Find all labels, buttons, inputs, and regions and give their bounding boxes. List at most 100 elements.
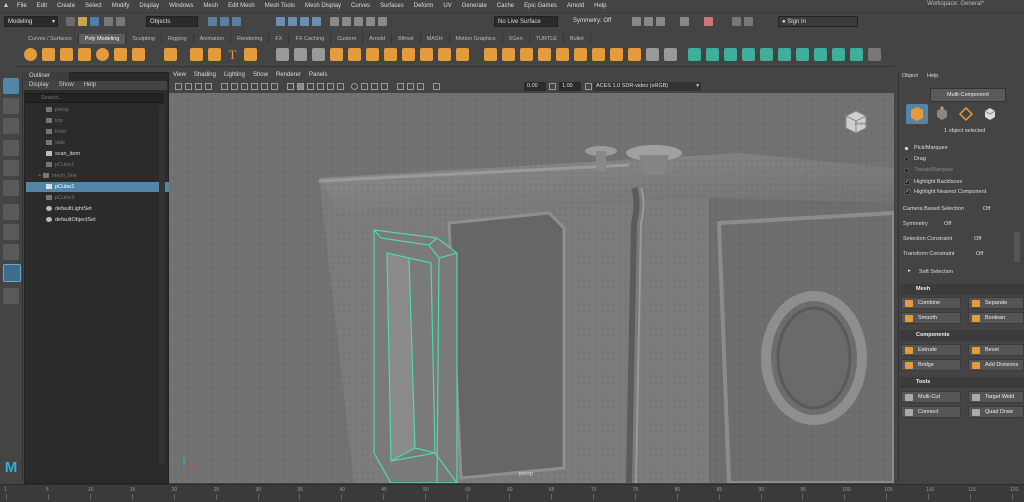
- shelf-tab-custom[interactable]: Custom: [331, 34, 364, 44]
- wireframe-on-shaded-icon[interactable]: [307, 83, 314, 90]
- collapse-icon[interactable]: [610, 48, 623, 61]
- smooth-shade-icon[interactable]: [297, 83, 304, 90]
- edge-mode-icon[interactable]: [288, 17, 297, 26]
- selection-constraint-value[interactable]: Off: [974, 236, 981, 242]
- circularize-icon[interactable]: [628, 48, 641, 61]
- shelf-tab-mash[interactable]: MASH: [421, 34, 450, 44]
- menu-generate[interactable]: Generate: [457, 3, 492, 9]
- shelf-tab-animation[interactable]: Animation: [194, 34, 232, 44]
- viewport-menu-view[interactable]: View: [169, 71, 190, 80]
- gamma-field[interactable]: 1.00: [559, 82, 581, 91]
- move-tool-icon[interactable]: [3, 140, 19, 156]
- tweak-marquee-radio[interactable]: [904, 168, 909, 173]
- menu-mesh-display[interactable]: Mesh Display: [300, 3, 346, 9]
- grid-icon[interactable]: [221, 83, 228, 90]
- select-hierarchy-icon[interactable]: [208, 17, 217, 26]
- live-surface-dropdown[interactable]: No Live Surface: [494, 16, 558, 27]
- uv-cut-icon[interactable]: [796, 48, 809, 61]
- outliner-item[interactable]: scan_item: [26, 149, 178, 159]
- mode-dropdown[interactable]: Modeling ▾: [4, 16, 58, 27]
- bevel-button[interactable]: Bevel: [968, 344, 1024, 356]
- multi-cut-icon[interactable]: [646, 48, 659, 61]
- outliner-item[interactable]: side: [26, 138, 178, 148]
- shelf-options-icon[interactable]: [868, 48, 881, 61]
- menu-edit[interactable]: Edit: [32, 3, 52, 9]
- vertex-mode-button[interactable]: [934, 106, 950, 122]
- merge-icon[interactable]: [592, 48, 605, 61]
- image-plane-icon[interactable]: [205, 83, 212, 90]
- outliner-menu-display[interactable]: Display: [24, 81, 54, 90]
- shelf-tab-rendering[interactable]: Rendering: [231, 34, 270, 44]
- persp-outliner-layout-icon[interactable]: [3, 244, 19, 260]
- boolean-button[interactable]: Boolean: [968, 312, 1024, 324]
- shelf-tab-fx[interactable]: FX: [269, 34, 290, 44]
- pause-icon[interactable]: [732, 17, 741, 26]
- combine-button[interactable]: Combine: [901, 297, 961, 309]
- scale-tool-icon[interactable]: [3, 180, 19, 196]
- vertex-mode-icon[interactable]: [276, 17, 285, 26]
- snap-curve-icon[interactable]: [342, 17, 351, 26]
- paint-select-tool-icon[interactable]: [3, 118, 19, 134]
- shelf-tab-arnold[interactable]: Arnold: [363, 34, 393, 44]
- soft-selection-header[interactable]: Soft Selection: [919, 269, 953, 275]
- duplicate-face-icon[interactable]: [556, 48, 569, 61]
- menu-mesh-tools[interactable]: Mesh Tools: [260, 3, 300, 9]
- menu-cache[interactable]: Cache: [492, 3, 519, 9]
- bevel-icon[interactable]: [502, 48, 515, 61]
- face-mode-button[interactable]: [982, 106, 998, 122]
- outliner-item[interactable]: defaultLightSet: [26, 204, 178, 214]
- select-camera-icon[interactable]: [175, 83, 182, 90]
- outliner-item[interactable]: pCube3: [26, 193, 178, 203]
- select-tool-icon[interactable]: [3, 78, 19, 94]
- shelf-tab-bifrost[interactable]: Bifrost: [392, 34, 421, 44]
- menu-file[interactable]: File: [12, 3, 32, 9]
- append-polygon-icon[interactable]: [438, 48, 451, 61]
- expand-arrow-icon[interactable]: ▸: [908, 268, 911, 274]
- outliner-item-selected[interactable]: pCube2: [26, 182, 178, 192]
- combine-icon[interactable]: [276, 48, 289, 61]
- magnify-icon[interactable]: [3, 288, 19, 304]
- outliner-scrollbar[interactable]: [159, 105, 165, 465]
- outliner-layout-icon[interactable]: [3, 264, 21, 282]
- safe-action-icon[interactable]: [271, 83, 278, 90]
- shelf-tab-sculpting[interactable]: Sculpting: [126, 34, 162, 44]
- drag-radio[interactable]: [904, 157, 909, 162]
- bridge-icon[interactable]: [456, 48, 469, 61]
- uv-camera-icon[interactable]: [760, 48, 773, 61]
- lights-icon[interactable]: [327, 83, 334, 90]
- rotate-tool-icon[interactable]: [3, 160, 19, 176]
- highlight-backfaces-checkbox[interactable]: ✓: [904, 179, 910, 185]
- sweep-mesh-icon[interactable]: [208, 48, 221, 61]
- svg-icon[interactable]: [244, 48, 257, 61]
- pick-marquee-radio[interactable]: [904, 146, 909, 151]
- lock-icon[interactable]: [378, 17, 387, 26]
- menu-modify[interactable]: Modify: [107, 3, 135, 9]
- snap-view-icon[interactable]: [366, 17, 375, 26]
- outliner-menu-show[interactable]: Show: [54, 81, 79, 90]
- outliner-item[interactable]: defaultObjectSet: [26, 215, 178, 225]
- outliner-item[interactable]: front: [26, 127, 178, 137]
- stop-icon[interactable]: [744, 17, 753, 26]
- outliner-tab[interactable]: Outliner: [24, 72, 69, 81]
- selection-mode-dropdown[interactable]: Objects: [146, 16, 198, 27]
- shelf-tab-fx-caching[interactable]: FX Caching: [289, 34, 332, 44]
- viewport-menu-show[interactable]: Show: [249, 71, 272, 80]
- uv-auto-icon[interactable]: [742, 48, 755, 61]
- lasso-tool-icon[interactable]: [3, 98, 19, 114]
- mirror-icon[interactable]: [348, 48, 361, 61]
- shelf-tab-poly-modeling[interactable]: Poly Modeling: [78, 34, 127, 44]
- uv-mode-icon[interactable]: [312, 17, 321, 26]
- view-cube[interactable]: FRONT: [843, 108, 869, 134]
- panel-scrollbar[interactable]: [1014, 232, 1020, 262]
- connect-button[interactable]: Connect: [901, 406, 961, 418]
- exposure-field[interactable]: 0.00: [524, 82, 546, 91]
- shelf-tab-motion-graphics[interactable]: Motion Graphics: [450, 34, 503, 44]
- select-component-icon[interactable]: [232, 17, 241, 26]
- extrude-button[interactable]: Extrude: [901, 344, 961, 356]
- select-object-icon[interactable]: [220, 17, 229, 26]
- camera-attributes-icon[interactable]: [185, 83, 192, 90]
- four-pane-layout-icon[interactable]: [3, 224, 19, 240]
- xray-icon[interactable]: [407, 83, 414, 90]
- rp-menu-help[interactable]: Help: [927, 73, 938, 79]
- quad-draw-button[interactable]: Quad Draw: [968, 406, 1024, 418]
